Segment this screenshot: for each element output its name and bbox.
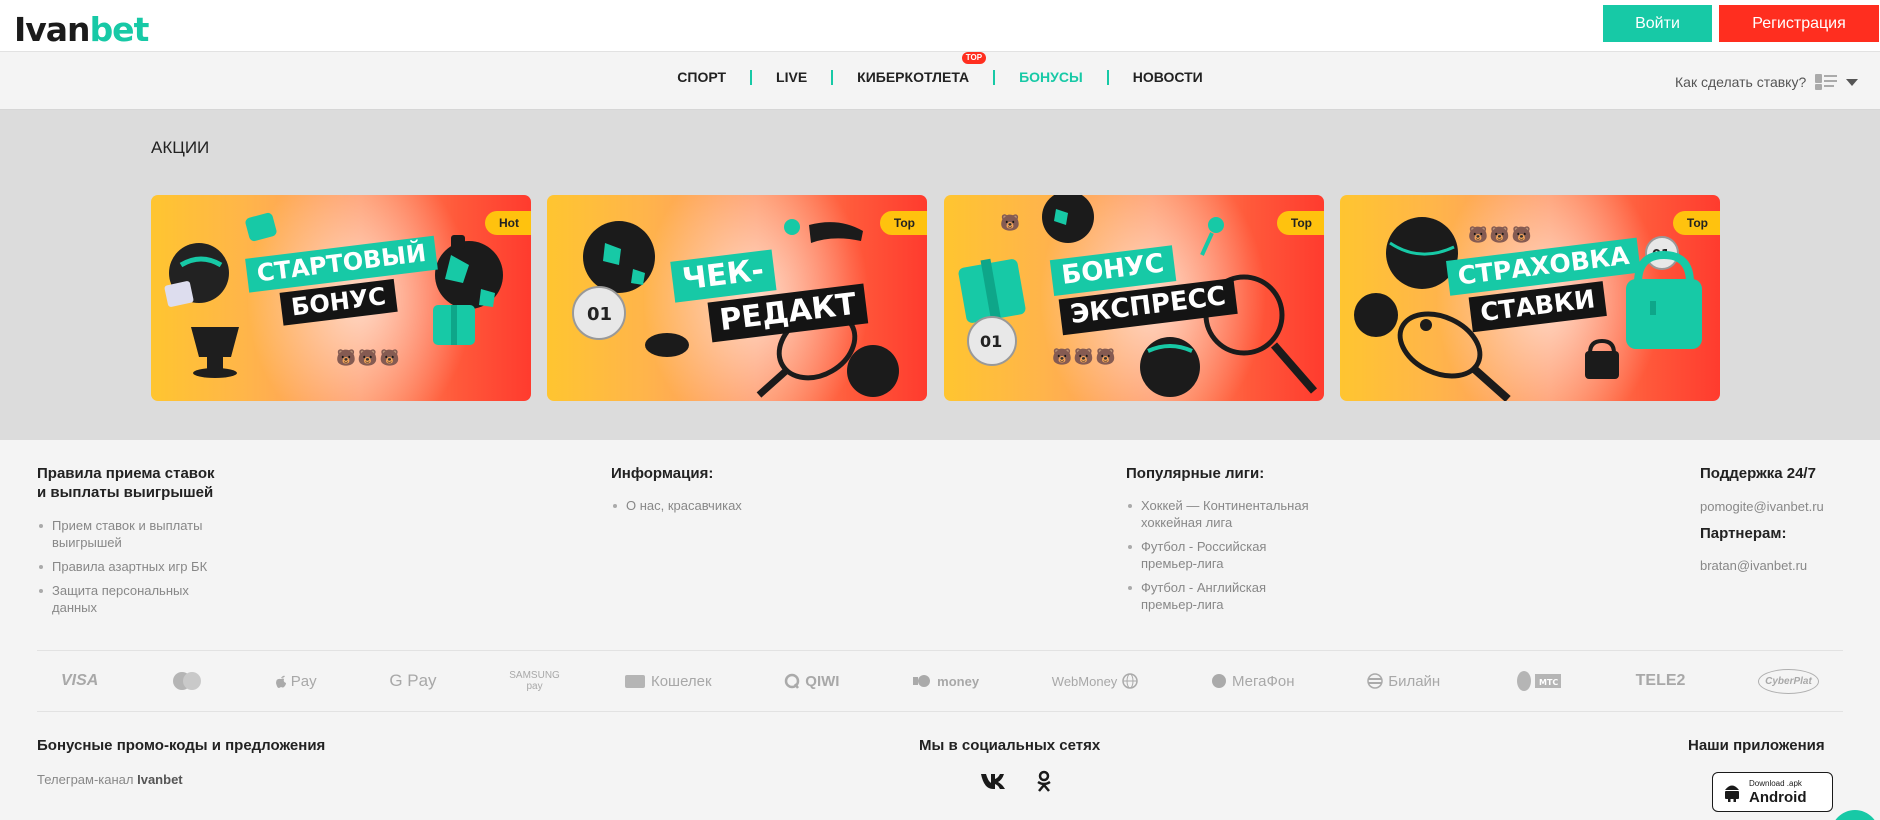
leagues-list: Хоккей — Континентальная хоккейная лига Ф… [1126,497,1309,620]
top-header: Ivan bet Войти Регистрация [0,0,1880,52]
bear-icon: 🐻 [1000,215,1022,232]
qiwi-icon [785,673,800,689]
cyberplat-logo: CyberPlat [1758,668,1819,694]
nav-item-bonuses[interactable]: БОНУСЫ [1016,69,1086,85]
nav-separator [993,69,996,85]
android-big-label: Android [1749,788,1807,806]
rules-title: Правила приема ставок и выплаты выигрыше… [37,464,215,502]
bears-icon: 🐻🐻🐻 [1052,349,1118,366]
qiwi-logo: QIWI [784,673,839,690]
mastercard-logo [171,671,203,691]
social-links [980,770,1052,792]
logo-text-bet: bet [89,10,150,49]
info-list: О нас, красавчиках [611,497,742,521]
svg-text:МТС: МТС [1539,678,1558,687]
main-nav: СПОРТ LIVE КИБЕРКОТЛЕТА TOP БОНУСЫ НОВОС… [0,52,1880,85]
globe-icon [1122,673,1139,689]
mastercard-icon [173,672,202,690]
samsung-pay-logo: SAMSUNG pay [509,670,560,692]
mts-icon: МТС [1516,671,1561,691]
nav-item-cyber[interactable]: КИБЕРКОТЛЕТА TOP [854,52,987,85]
vk-icon[interactable] [980,772,1006,790]
megafon-logo: МегаФон [1211,673,1295,690]
google-pay-logo: G Pay [389,671,437,690]
visa-logo: VISA [61,672,99,689]
top-badge: TOP [961,52,987,64]
rules-title-line2: и выплаты выигрышей [37,484,214,501]
promos-section: АКЦИИ СТАРТОВЫЙ БОНУС 🐻🐻🐻 Hot 01 ЧЕК- РЕ… [0,110,1880,440]
logo-text-ivan: Ivan [14,10,91,49]
beeline-icon [1367,673,1383,689]
koshelek-logo: Кошелек [624,673,712,690]
svg-text:01: 01 [980,332,1002,351]
promo-card-check-redact[interactable]: 01 ЧЕК- РЕДАКТ Top [547,195,927,401]
about-link[interactable]: О нас, красавчиках [611,497,742,514]
bears-icon: 🐻🐻🐻 [336,350,402,367]
payment-methods: VISA Pay G Pay SAMSUNG pay Кошелек QIWI … [37,650,1843,712]
support-title: Поддержка 24/7 [1700,465,1816,482]
rules-link[interactable]: Правила азартных игр БК [37,558,207,575]
nav-separator [1106,69,1109,85]
nav-item-live[interactable]: LIVE [773,69,810,85]
odnoklassniki-icon[interactable] [1036,770,1052,792]
support-email-link[interactable]: pomogite@ivanbet.ru [1700,499,1824,514]
nav-separator [831,69,834,85]
webmoney-logo: WebMoney [1052,673,1139,689]
bears-icon: 🐻🐻🐻 [1468,227,1534,244]
register-button[interactable]: Регистрация [1719,5,1879,42]
chevron-down-icon [1846,78,1859,86]
nav-separator [750,69,753,85]
social-title: Мы в социальных сетях [919,737,1101,754]
partners-title: Партнерам: [1700,525,1787,542]
main-nav-bar: СПОРТ LIVE КИБЕРКОТЛЕТА TOP БОНУСЫ НОВОС… [0,52,1880,110]
apps-title: Наши приложения [1688,737,1825,754]
apple-pay-logo: Pay [275,673,317,690]
league-link[interactable]: Хоккей — Континентальная хоккейная лига [1126,497,1309,531]
telegram-channel-link[interactable]: Телеграм-канал Ivanbet [37,772,183,787]
bet-slip-icon [1815,74,1838,90]
yoomoney-icon [913,675,931,687]
android-small-label: Download .apk [1749,778,1802,788]
tele2-logo: TELE2 [1635,672,1686,689]
yoomoney-logo: money [912,674,979,689]
rules-link[interactable]: Защита персональных данных [37,582,207,616]
promo-badge: Hot [485,211,531,235]
apple-icon [275,675,286,688]
login-button[interactable]: Войти [1603,5,1712,42]
nav-item-sport[interactable]: СПОРТ [674,69,729,85]
info-title: Информация: [611,465,714,482]
promo-card-start-bonus[interactable]: СТАРТОВЫЙ БОНУС 🐻🐻🐻 Hot [151,195,531,401]
rules-link[interactable]: Прием ставок и выплаты выигрышей [37,517,207,551]
how-to-bet-label: Как сделать ставку? [1675,74,1807,90]
wallet-icon [624,675,645,688]
promo-card-bonus-express[interactable]: 01 БОНУС ЭКСПРЕСС 🐻🐻🐻 🐻 Top [944,195,1324,401]
partners-email-link[interactable]: bratan@ivanbet.ru [1700,558,1807,573]
league-link[interactable]: Футбол - Российская премьер-лига [1126,538,1309,572]
beeline-logo: Билайн [1367,673,1440,690]
promo-card-bet-insurance[interactable]: 01 СТРАХОВКА СТАВКИ 🐻🐻🐻 Top [1340,195,1720,401]
promo-badge: Top [1276,211,1324,235]
promo-badge: Top [879,211,927,235]
promo-badge: Top [1672,211,1720,235]
promo-codes-title: Бонусные промо-коды и предложения [37,737,326,754]
nav-item-cyber-label: КИБЕРКОТЛЕТА [857,69,970,85]
leagues-title: Популярные лиги: [1126,465,1265,482]
how-to-bet-dropdown[interactable]: Как сделать ставку? [1675,72,1859,92]
ivanbet-logo[interactable]: Ivan bet [14,10,150,49]
mts-logo: МТС [1513,670,1563,692]
megafon-icon [1212,674,1226,688]
android-download-button[interactable]: Download .apk Android [1712,772,1833,812]
rules-title-line1: Правила приема ставок [37,465,215,482]
footer: Правила приема ставок и выплаты выигрыше… [0,440,1880,820]
android-icon [1725,785,1739,802]
nav-item-news[interactable]: НОВОСТИ [1130,69,1206,85]
league-link[interactable]: Футбол - Английская премьер-лига [1126,579,1309,613]
promos-title: АКЦИИ [151,138,210,157]
svg-text:01: 01 [587,304,612,325]
rules-list: Прием ставок и выплаты выигрышей Правила … [37,517,207,623]
